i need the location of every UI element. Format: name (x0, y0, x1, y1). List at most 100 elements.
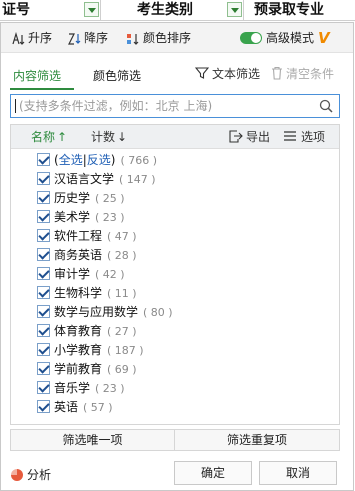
export-button[interactable]: 导出 (229, 125, 270, 149)
filter-duplicate-button[interactable]: 筛选重复项 (175, 430, 339, 450)
list-item-label: 商务英语 (54, 248, 103, 262)
list-item[interactable]: 软件工程 ( 47 ) (11, 227, 339, 246)
list-item-text: 历史学 ( 25 ) (54, 189, 125, 208)
options-button[interactable]: 选项 (283, 125, 325, 149)
arrow-down-icon: ↓ (117, 130, 128, 144)
list-item-checkbox[interactable] (37, 324, 50, 337)
spreadsheet-header-row: 证号 考生类别 预录取专业 (0, 0, 355, 21)
select-all-link[interactable]: 全选 (59, 153, 83, 167)
sort-ascending-button[interactable]: 升序 (11, 23, 52, 53)
list-item[interactable]: 历史学 ( 25 ) (11, 189, 339, 208)
list-item-count: ( 147 ) (119, 173, 156, 186)
list-item-label: 美术学 (54, 210, 91, 224)
list-item-text: 体育教育 ( 27 ) (54, 322, 137, 341)
value-rows: (全选|反选)( 766 ) 汉语言文学 ( 147 ) 历史学 ( 25 ) 美术… (11, 151, 339, 417)
export-label: 导出 (246, 130, 271, 144)
list-item-checkbox[interactable] (37, 400, 50, 413)
list-item-checkbox[interactable] (37, 286, 50, 299)
sort-descending-button[interactable]: 降序 (67, 23, 108, 53)
list-item-count: ( 80 ) (143, 306, 173, 319)
list-item-checkbox[interactable] (37, 362, 50, 375)
list-item-count: ( 23 ) (95, 211, 125, 224)
list-item-checkbox[interactable] (37, 191, 50, 204)
list-item[interactable]: 英语 ( 57 ) (11, 398, 339, 417)
list-item-count: ( 23 ) (95, 382, 125, 395)
list-item-text: 小学教育 ( 187 ) (54, 341, 144, 360)
list-item-count: ( 25 ) (95, 192, 125, 205)
text-caret (15, 99, 16, 113)
list-item[interactable]: 生物科学 ( 11 ) (11, 284, 339, 303)
list-item-count: ( 27 ) (107, 325, 137, 338)
column-header-major[interactable]: 预录取专业 (244, 0, 355, 21)
list-item-checkbox[interactable] (37, 267, 50, 280)
tab-content-filter[interactable]: 内容筛选 (13, 67, 61, 84)
filter-panel: 升序 降序 颜色排序 高级模式 V 内容筛选 颜色筛选 文本筛选 清空条件 (支… (0, 22, 354, 491)
color-sort-button[interactable]: 颜色排序 (126, 23, 191, 53)
column-header-category[interactable]: 考生类别 (101, 0, 244, 21)
list-item[interactable]: 音乐学 ( 23 ) (11, 379, 339, 398)
list-item-checkbox[interactable] (37, 229, 50, 242)
list-item[interactable]: 美术学 ( 23 ) (11, 208, 339, 227)
ok-button[interactable]: 确定 (174, 461, 252, 485)
list-item[interactable]: 小学教育 ( 187 ) (11, 341, 339, 360)
list-item-checkbox[interactable] (37, 381, 50, 394)
sort-descending-label: 降序 (84, 31, 109, 45)
select-all-checkbox[interactable] (37, 153, 50, 166)
filter-dropdown-icon[interactable] (84, 2, 99, 17)
text-filter-label: 文本筛选 (212, 67, 261, 81)
clear-conditions-button[interactable]: 清空条件 (271, 64, 334, 84)
list-item-checkbox[interactable] (37, 172, 50, 185)
vip-v-icon: V (318, 29, 330, 47)
sort-ascending-label: 升序 (28, 31, 53, 45)
list-item[interactable]: 汉语言文学 ( 147 ) (11, 170, 339, 189)
list-item-text: 审计学 ( 42 ) (54, 265, 125, 284)
list-item-select-all[interactable]: (全选|反选)( 766 ) (11, 151, 339, 170)
analyze-button[interactable]: 分析 (11, 466, 51, 483)
cancel-button[interactable]: 取消 (259, 461, 337, 485)
value-list: 名称 ↑ 计数 ↓ 导出 选项 (全选|反选)( 766 ) 汉语言文学 ( 147 … (10, 124, 340, 425)
list-item[interactable]: 审计学 ( 42 ) (11, 265, 339, 284)
list-item[interactable]: 商务英语 ( 28 ) (11, 246, 339, 265)
list-item-text: 汉语言文学 ( 147 ) (54, 170, 156, 189)
list-item-checkbox[interactable] (37, 248, 50, 261)
list-item[interactable]: 体育教育 ( 27 ) (11, 322, 339, 341)
search-input[interactable]: (支持多条件过滤，例如：北京 上海) (10, 94, 340, 118)
list-item-count: ( 57 ) (83, 401, 113, 414)
list-item-checkbox[interactable] (37, 343, 50, 356)
list-item[interactable]: 学前教育 ( 69 ) (11, 360, 339, 379)
list-item-label: 软件工程 (54, 229, 103, 243)
filter-dropdown-icon[interactable] (227, 2, 242, 17)
list-item[interactable]: 数学与应用数学 ( 80 ) (11, 303, 339, 322)
advanced-mode-toggle[interactable] (240, 32, 262, 44)
invert-selection-link[interactable]: 反选 (87, 153, 111, 167)
export-icon (229, 130, 243, 143)
name-header-label: 名称 (31, 130, 56, 144)
filter-unique-button[interactable]: 筛选唯一项 (11, 430, 175, 450)
tab-color-filter[interactable]: 颜色筛选 (93, 67, 141, 84)
list-item-checkbox[interactable] (37, 305, 50, 318)
active-tab-underline (10, 88, 74, 90)
column-header-id-label: 证号 (2, 2, 30, 18)
list-item-count: ( 42 ) (95, 268, 125, 281)
arrow-up-icon: ↑ (57, 130, 68, 144)
search-icon[interactable] (319, 99, 333, 113)
column-header-id[interactable]: 证号 (0, 0, 101, 21)
list-item-text: 美术学 ( 23 ) (54, 208, 125, 227)
value-list-header: 名称 ↑ 计数 ↓ 导出 选项 (11, 125, 339, 149)
list-item-count: ( 47 ) (107, 230, 137, 243)
trash-icon (272, 66, 282, 80)
list-item-text: 音乐学 ( 23 ) (54, 379, 125, 398)
list-item-text: 学前教育 ( 69 ) (54, 360, 137, 379)
sort-by-name-button[interactable]: 名称 ↑ (31, 125, 67, 149)
sort-by-count-button[interactable]: 计数 ↓ (91, 125, 127, 149)
list-item-text: 商务英语 ( 28 ) (54, 246, 137, 265)
list-item-count: ( 187 ) (107, 344, 144, 357)
color-sort-label: 颜色排序 (143, 31, 192, 45)
filter-tabs: 内容筛选 颜色筛选 文本筛选 清空条件 (1, 59, 353, 90)
text-filter-button[interactable]: 文本筛选 (194, 64, 261, 84)
list-item-checkbox[interactable] (37, 210, 50, 223)
column-header-category-label: 考生类别 (137, 2, 193, 18)
list-item-label: 学前教育 (54, 362, 103, 376)
sort-ascending-icon (12, 31, 25, 45)
list-item-count: ( 11 ) (107, 287, 137, 300)
